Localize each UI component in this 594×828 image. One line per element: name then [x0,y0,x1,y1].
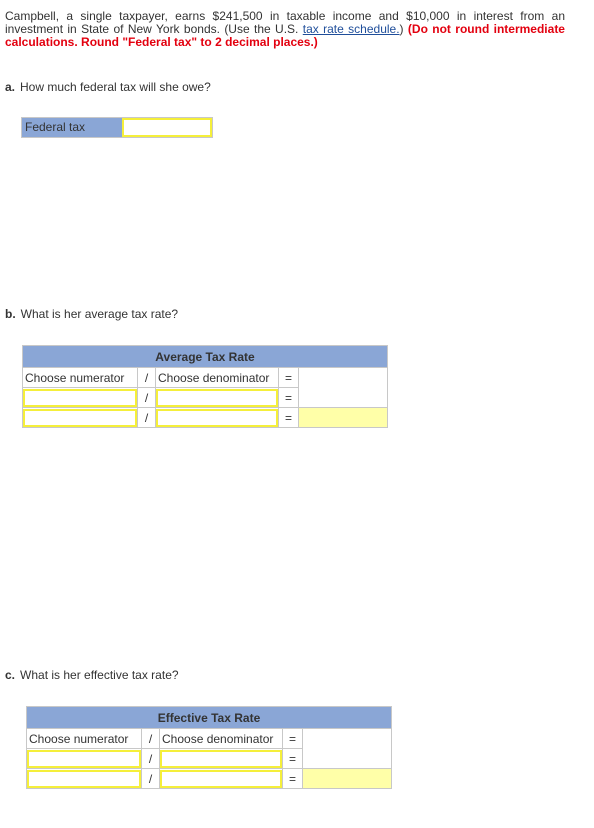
question-c-letter: c. [5,668,16,682]
question-a: a. How much federal tax will she owe? [5,80,211,94]
equals-sign: = [282,748,303,769]
question-a-text: How much federal tax will she owe? [20,80,211,94]
result-header-blank [298,367,388,408]
average-tax-rate-result[interactable] [298,407,388,428]
average-tax-rate-title: Average Tax Rate [22,345,388,368]
denominator-select[interactable] [160,749,282,768]
problem-text-after-link: ) [399,22,408,36]
question-b-text: What is her average tax rate? [20,307,179,321]
numerator-header: Choose numerator [26,728,142,749]
question-c-text: What is her effective tax rate? [20,668,179,682]
equals-sign: = [278,387,299,408]
denominator-select[interactable] [156,388,278,407]
division-sign: / [137,407,156,428]
equals-sign: = [282,728,303,749]
denominator-input[interactable] [156,408,278,427]
denominator-header: Choose denominator [155,367,279,388]
question-c: c. What is her effective tax rate? [5,668,179,682]
tax-rate-schedule-link[interactable]: tax rate schedule. [303,22,400,36]
question-a-letter: a. [5,80,16,94]
effective-tax-rate-title: Effective Tax Rate [26,706,392,729]
average-tax-rate-table: Average Tax Rate Choose numerator / Choo… [22,345,388,428]
result-header-blank [302,728,392,769]
effective-tax-rate-result[interactable] [302,768,392,789]
division-sign: / [137,367,156,388]
equals-sign: = [282,768,303,789]
division-sign: / [141,768,160,789]
equals-sign: = [278,407,299,428]
numerator-select[interactable] [27,749,141,768]
question-b-letter: b. [5,307,16,321]
federal-tax-label: Federal tax [22,118,122,137]
table-row: / = [26,768,392,789]
numerator-header: Choose numerator [22,367,138,388]
denominator-header: Choose denominator [159,728,283,749]
division-sign: / [137,387,156,408]
numerator-input[interactable] [23,408,137,427]
table-header-row: Choose numerator / Choose denominator = [22,367,388,408]
problem-statement: Campbell, a single taxpayer, earns $241,… [5,10,565,49]
numerator-select[interactable] [23,388,137,407]
question-b: b. What is her average tax rate? [5,307,178,321]
division-sign: / [141,728,160,749]
division-sign: / [141,748,160,769]
table-row: / = [22,407,388,428]
federal-tax-row: Federal tax [21,117,213,138]
federal-tax-input[interactable] [122,118,212,137]
effective-tax-rate-table: Effective Tax Rate Choose numerator / Ch… [26,706,392,789]
equals-sign: = [278,367,299,388]
denominator-input[interactable] [160,769,282,788]
table-header-row: Choose numerator / Choose denominator = [26,728,392,769]
numerator-input[interactable] [27,769,141,788]
